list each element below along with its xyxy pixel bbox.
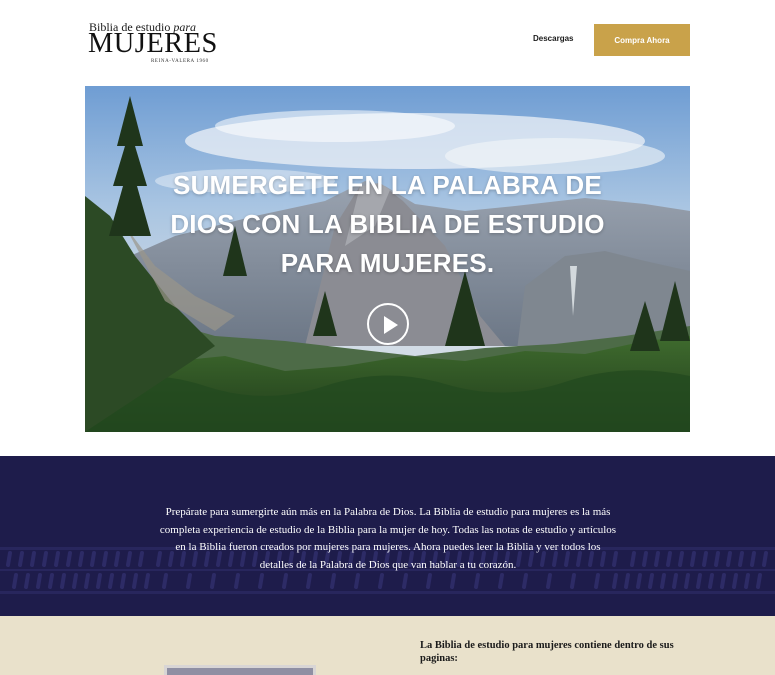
intro-paragraph: Prepárate para sumergirte aún más en la … bbox=[159, 506, 617, 571]
hero-title: SUMERGETE EN LA PALABRA DE DIOS CON LA B… bbox=[170, 170, 605, 278]
site-logo[interactable]: Biblia de estudio para MUJERES REINA-VAL… bbox=[88, 20, 217, 66]
logo-title: MUJERES bbox=[88, 27, 218, 59]
features-heading: La Biblia de estudio para mujeres contie… bbox=[420, 640, 674, 664]
buy-now-button[interactable]: Compra Ahora bbox=[594, 24, 690, 56]
logo-subtitle: REINA-VALERA 1960 bbox=[151, 59, 209, 64]
hero-video[interactable]: SUMERGETE EN LA PALABRA DE DIOS CON LA B… bbox=[85, 86, 690, 432]
intro-section: Prepárate para sumergirte aún más en la … bbox=[0, 456, 775, 616]
play-icon bbox=[384, 316, 398, 334]
bible-product-image bbox=[164, 665, 316, 675]
features-section: La Biblia de estudio para mujeres contie… bbox=[0, 616, 775, 675]
site-header: Biblia de estudio para MUJERES REINA-VAL… bbox=[0, 0, 775, 86]
play-button[interactable] bbox=[367, 303, 409, 345]
nav-link-downloads[interactable]: Descargas bbox=[533, 34, 573, 43]
